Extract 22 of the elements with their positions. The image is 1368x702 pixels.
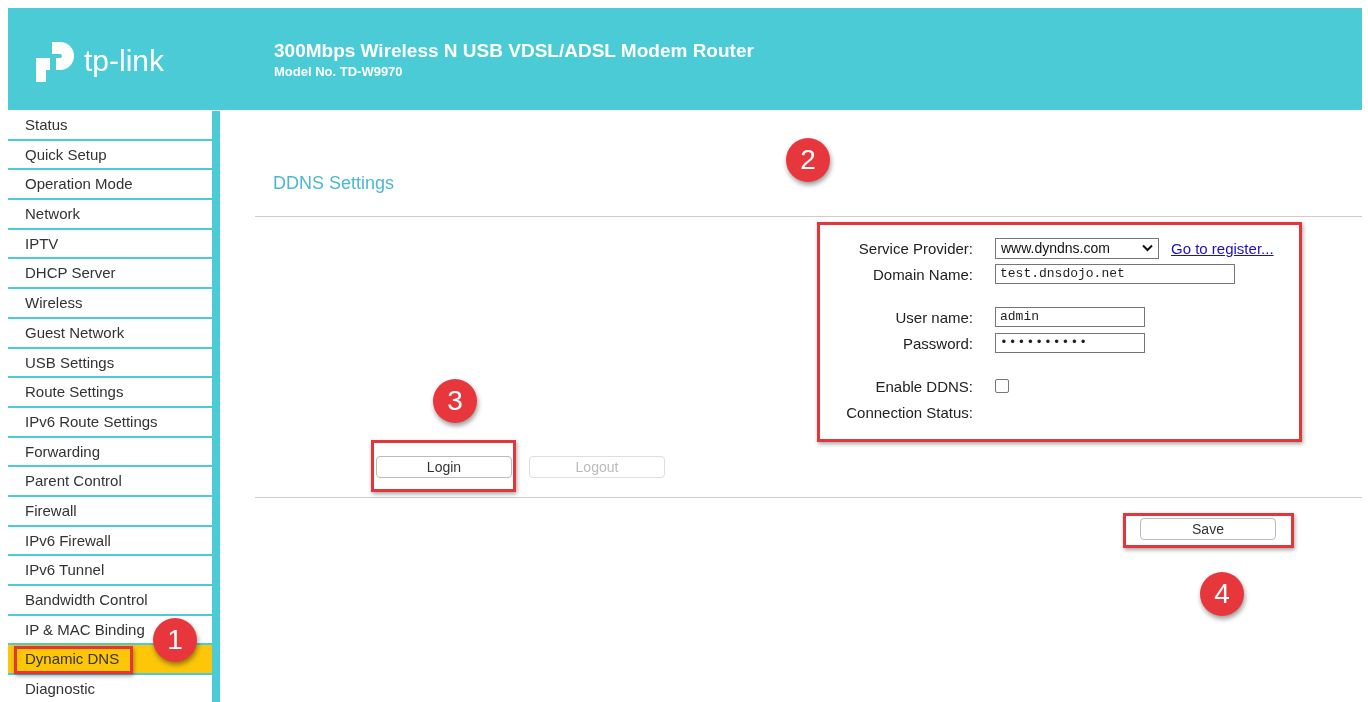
field-label: Enable DDNS: (874, 377, 973, 395)
chevron-down-icon (1142, 244, 1153, 252)
product-title: 300Mbps Wireless N USB VDSL/ADSL Modem Router (274, 40, 754, 62)
password-field[interactable]: •••••••••• (995, 333, 1145, 353)
register-link[interactable]: Go to register... (1171, 239, 1274, 257)
input-field[interactable]: admin (995, 307, 1145, 327)
step-number-badge: 3 (433, 379, 477, 423)
field-label: User name: (894, 308, 973, 326)
provider-dropdown[interactable]: www.dyndns.com (995, 237, 1159, 259)
step-number-badge: 2 (786, 138, 830, 182)
field-label: Connection Status: (845, 403, 973, 421)
logo-text: tp-link (84, 44, 165, 78)
field-label: Password: (901, 334, 973, 352)
step-number-badge: 4 (1200, 572, 1244, 616)
login-button[interactable]: Login (376, 456, 512, 478)
section-title: DDNS Settings (273, 173, 396, 194)
model-number: Model No. TD-W9970 (274, 64, 404, 79)
field-label: Service Provider: (857, 239, 973, 257)
field-label: Domain Name: (871, 265, 973, 283)
checkbox[interactable] (995, 379, 1009, 393)
input-field[interactable]: test.dnsdojo.net (995, 264, 1235, 284)
save-button[interactable]: Save (1140, 518, 1276, 540)
